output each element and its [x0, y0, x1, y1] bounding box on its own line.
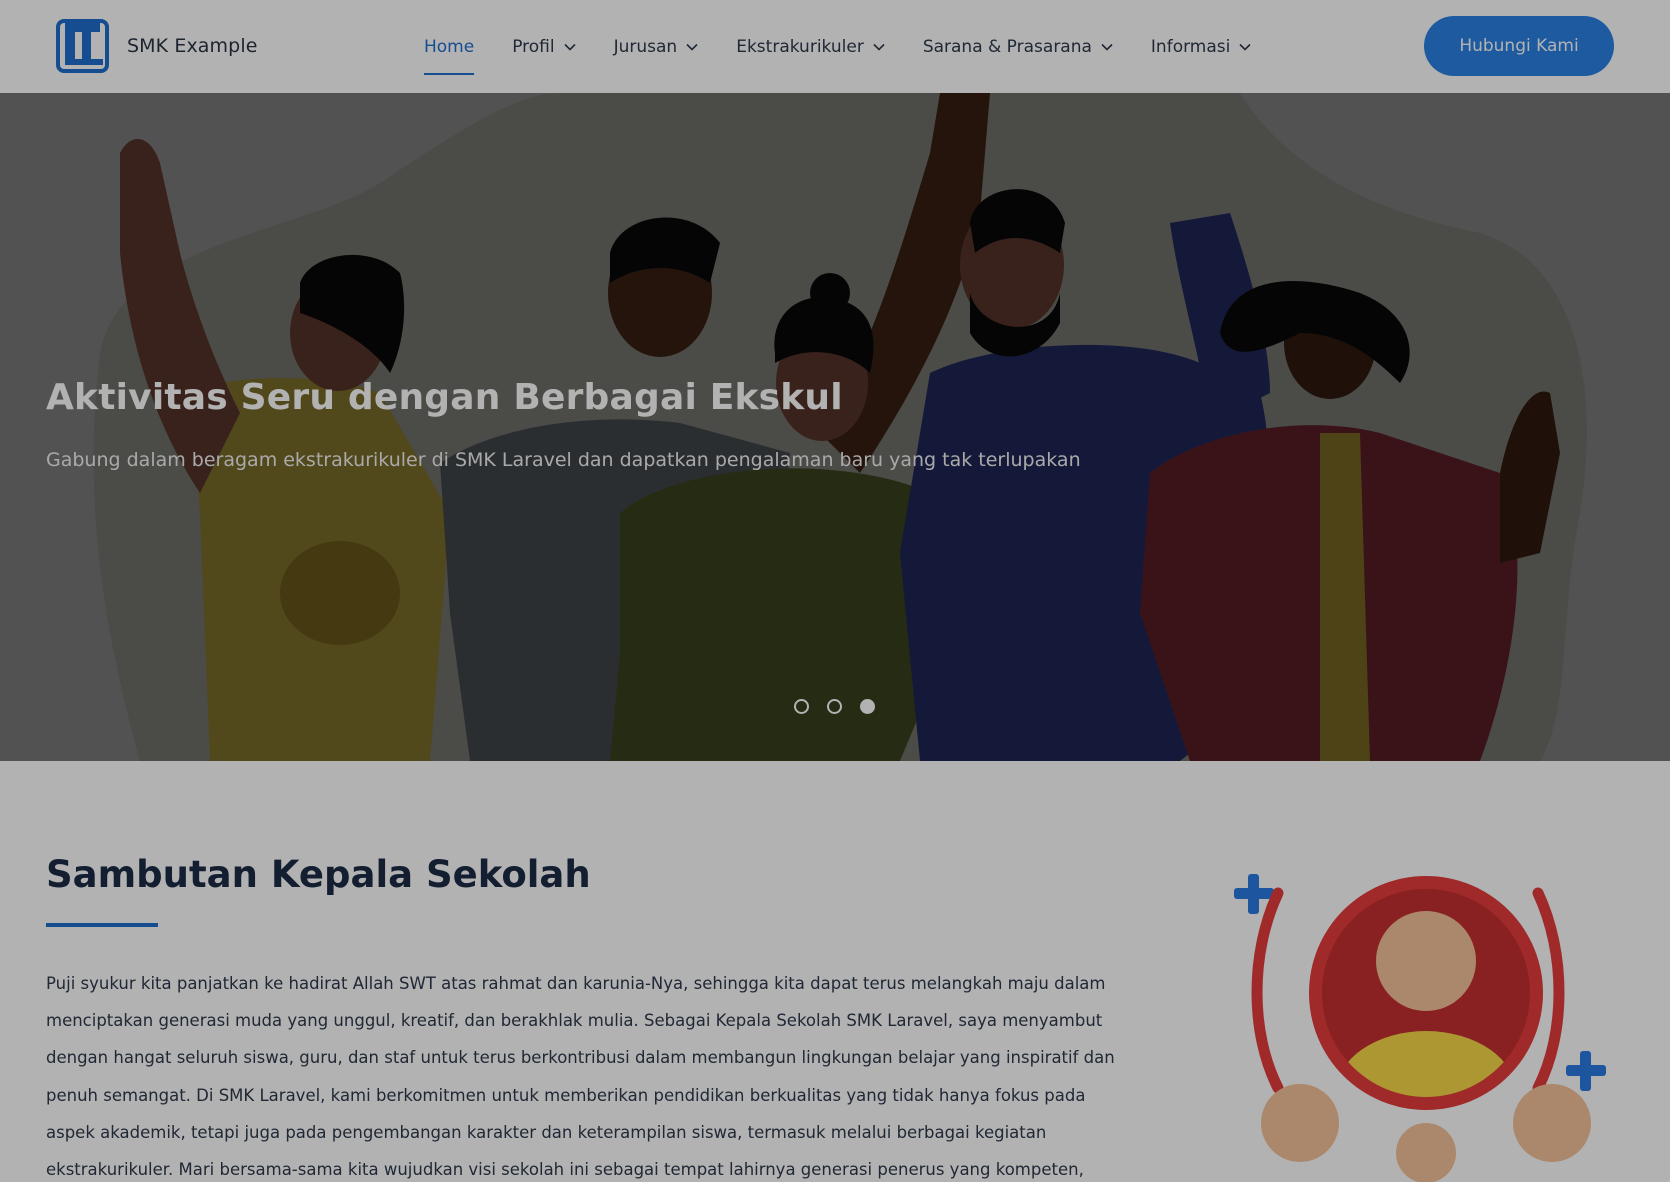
chevron-down-icon [564, 43, 576, 51]
nav-ekstrakurikuler-label: Ekstrakurikuler [736, 36, 864, 57]
principal-welcome-section: Sambutan Kepala Sekolah Puji syukur kita… [0, 761, 1670, 1182]
navbar: SMK Example Home Profil Jurusan Ekstraku… [0, 0, 1670, 93]
carousel-dot-2[interactable] [827, 699, 842, 714]
carousel-dot-1[interactable] [794, 699, 809, 714]
chevron-down-icon [686, 43, 698, 51]
nav-sarana-prasarana[interactable]: Sarana & Prasarana [923, 0, 1113, 93]
plus-icon [1566, 1051, 1606, 1091]
section-title: Sambutan Kepala Sekolah [46, 853, 591, 896]
carousel-indicators [794, 699, 893, 714]
principal-illustration [1234, 874, 1606, 1182]
hero-subtitle: Gabung dalam beragam ekstrakurikuler di … [46, 449, 1081, 471]
main-nav: Home Profil Jurusan Ekstrakurikuler Sara… [424, 0, 1251, 93]
hero-title: Aktivitas Seru dengan Berbagai Ekskul [46, 377, 843, 418]
chevron-down-icon [1101, 43, 1113, 51]
brand[interactable]: SMK Example [56, 19, 257, 73]
chevron-down-icon [1239, 43, 1251, 51]
nav-profil-label: Profil [512, 36, 555, 57]
contact-button[interactable]: Hubungi Kami [1424, 16, 1614, 76]
title-underline [46, 923, 158, 927]
chevron-down-icon [873, 43, 885, 51]
brand-name: SMK Example [127, 35, 258, 57]
nav-profil[interactable]: Profil [512, 0, 576, 93]
hero-overlay [0, 93, 1670, 761]
nav-sarana-label: Sarana & Prasarana [922, 36, 1092, 57]
nav-home[interactable]: Home [424, 0, 475, 93]
nav-jurusan[interactable]: Jurusan [614, 0, 699, 93]
hero-carousel: Aktivitas Seru dengan Berbagai Ekskul Ga… [0, 93, 1670, 761]
nav-jurusan-label: Jurusan [613, 36, 678, 57]
welcome-paragraph: Puji syukur kita panjatkan ke hadirat Al… [46, 974, 1115, 1180]
nav-informasi-label: Informasi [1150, 36, 1231, 57]
nav-home-label: Home [424, 36, 475, 57]
smk-logo-icon [56, 19, 109, 73]
nav-ekstrakurikuler[interactable]: Ekstrakurikuler [736, 0, 885, 93]
nav-informasi[interactable]: Informasi [1151, 0, 1251, 93]
carousel-dot-3[interactable] [860, 699, 875, 714]
